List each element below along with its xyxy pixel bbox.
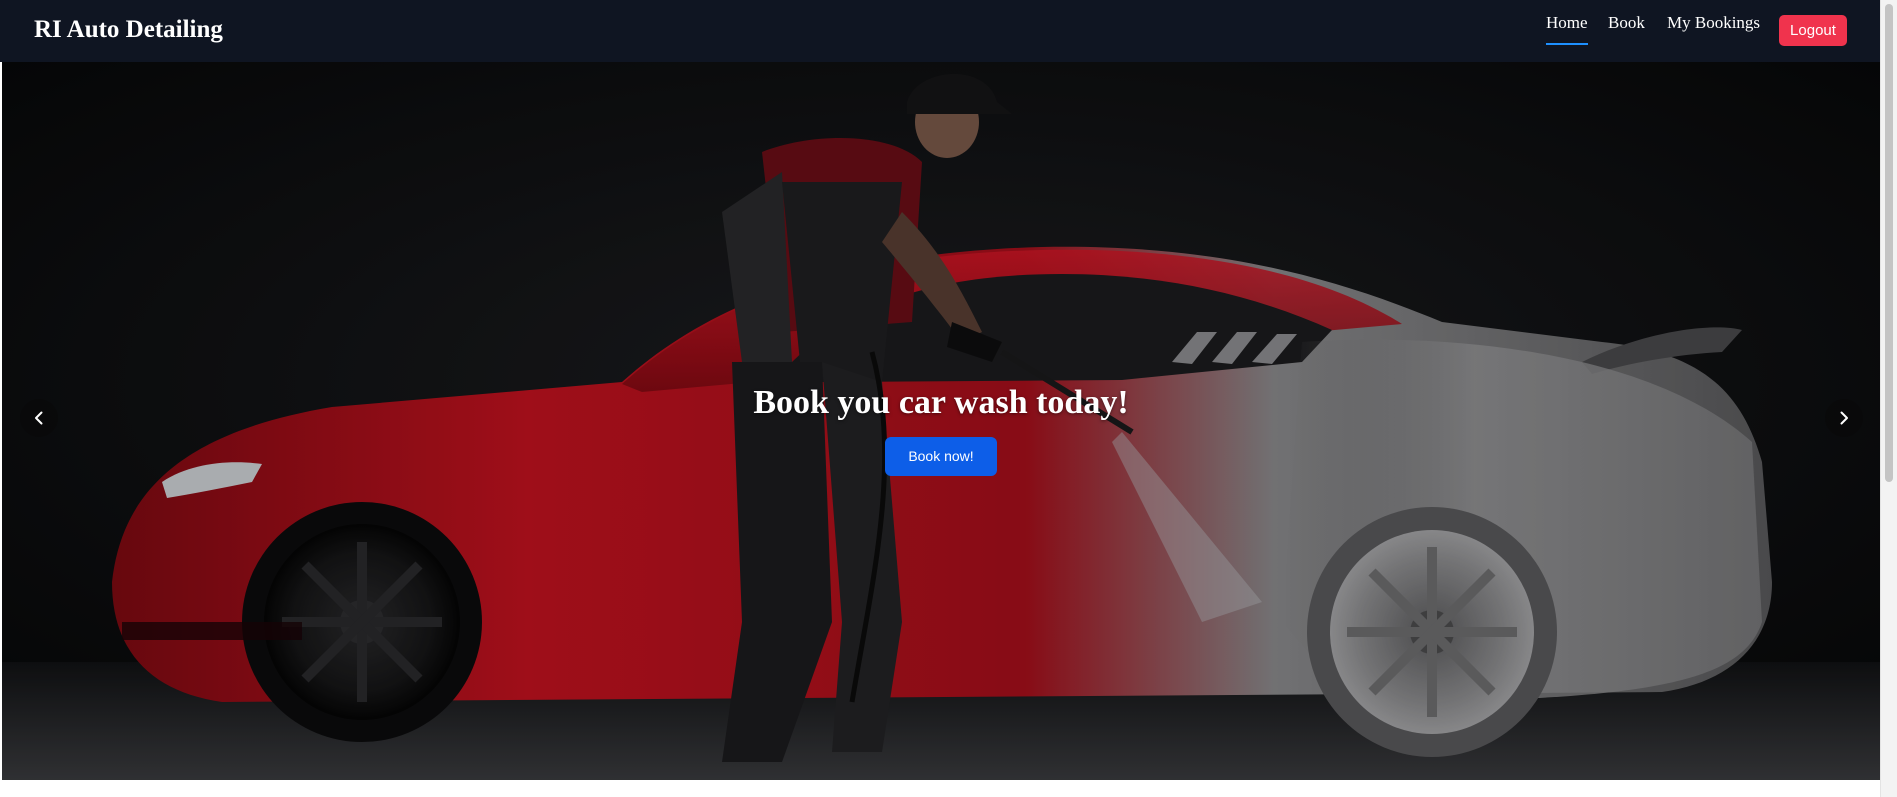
nav-link-book[interactable]: Book [1608, 12, 1645, 34]
book-now-button[interactable]: Book now! [885, 437, 997, 476]
brand-logo-text[interactable]: RI Auto Detailing [34, 14, 223, 46]
chevron-right-icon [1840, 411, 1848, 425]
carousel-prev-button[interactable] [20, 399, 58, 437]
nav-link-my-bookings[interactable]: My Bookings [1667, 12, 1760, 34]
nav-link-home[interactable]: Home [1546, 12, 1588, 45]
chevron-left-icon [35, 411, 43, 425]
page: RI Auto Detailing Home Book My Bookings … [0, 0, 1897, 797]
carousel-next-button[interactable] [1825, 399, 1863, 437]
hero-heading: Book you car wash today! [753, 384, 1129, 421]
logout-button[interactable]: Logout [1779, 15, 1847, 46]
scrollbar-thumb[interactable] [1885, 4, 1893, 482]
hero-carousel: Book you car wash today! Book now! [2, 62, 1880, 780]
top-navbar: RI Auto Detailing Home Book My Bookings … [0, 0, 1880, 62]
page-scrollbar[interactable] [1880, 0, 1897, 797]
